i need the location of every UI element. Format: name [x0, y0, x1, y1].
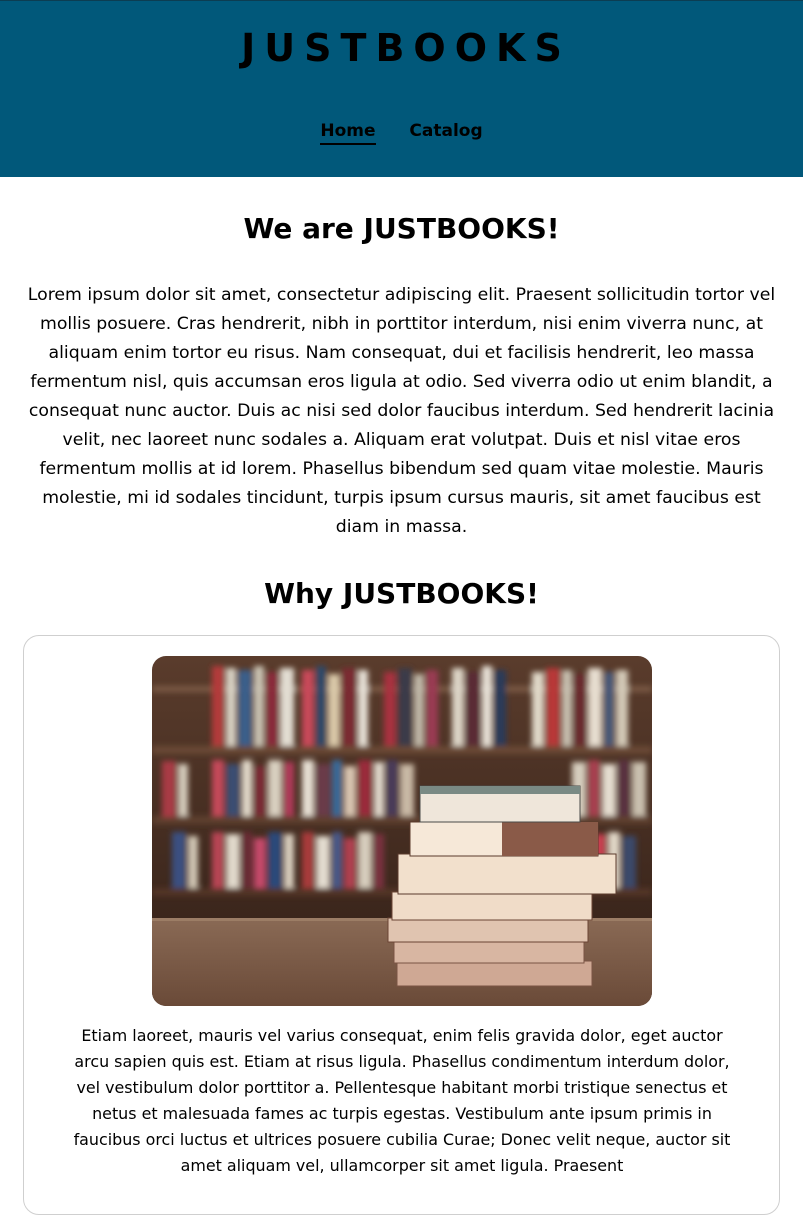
feature-card: Etiam laoreet, mauris vel varius consequ… [23, 635, 780, 1215]
nav-home-link[interactable]: Home [320, 119, 376, 145]
site-header: JUSTBOOKS Home Catalog [0, 0, 803, 177]
why-heading: Why JUSTBOOKS! [264, 577, 539, 610]
main-nav: Home Catalog [0, 119, 803, 145]
nav-catalog-link[interactable]: Catalog [409, 119, 482, 143]
about-text: Lorem ipsum dolor sit amet, consectetur … [27, 285, 776, 537]
site-title: JUSTBOOKS [241, 26, 571, 70]
about-heading: We are JUSTBOOKS! [243, 212, 560, 245]
stack-of-books-photo [152, 656, 652, 1006]
feature-card-text: Etiam laoreet, mauris vel varius consequ… [73, 1026, 731, 1175]
